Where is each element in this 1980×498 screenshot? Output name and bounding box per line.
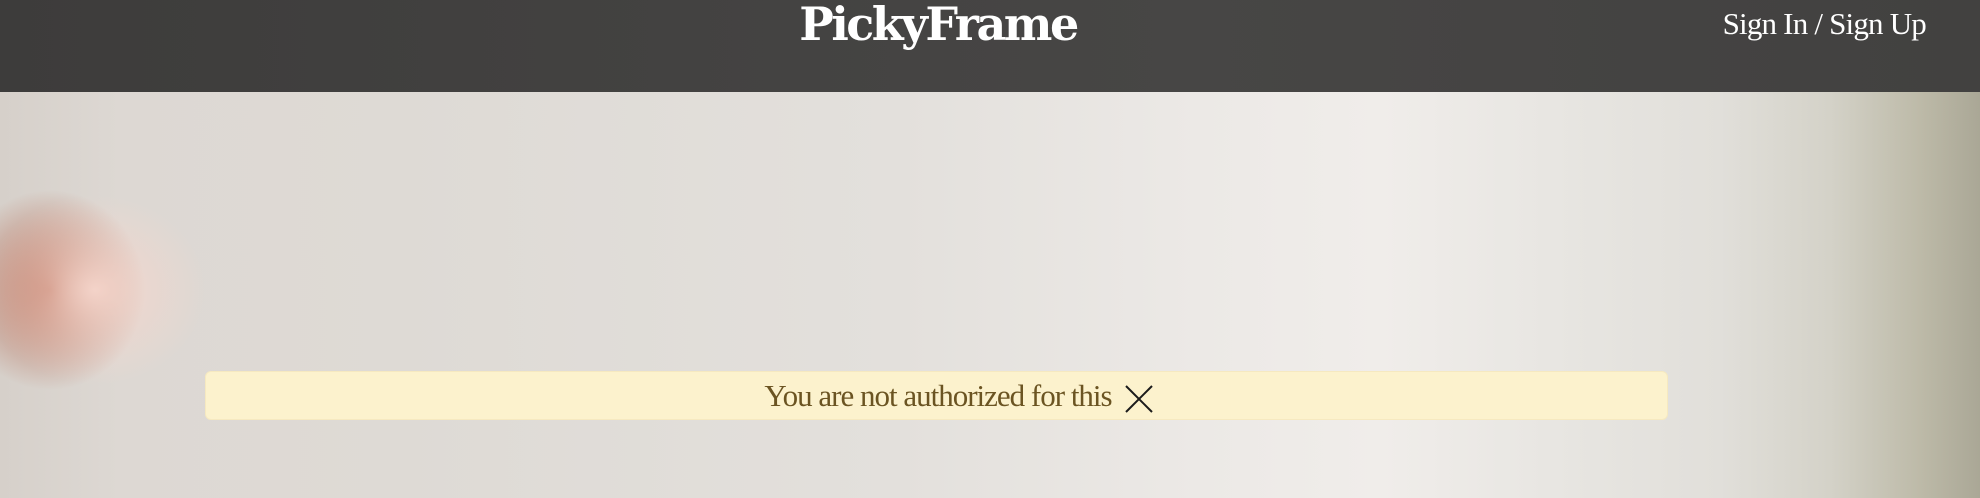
top-navbar: PickyFrame Sign In / Sign Up xyxy=(0,0,1980,92)
sign-in-sign-up-link[interactable]: Sign In / Sign Up xyxy=(1723,4,1927,44)
alert-message: You are not authorized for this xyxy=(764,377,1112,413)
close-icon[interactable] xyxy=(1124,384,1154,414)
brand-logo[interactable]: PickyFrame xyxy=(0,0,1876,52)
alert-banner: You are not authorized for this xyxy=(205,371,1668,420)
